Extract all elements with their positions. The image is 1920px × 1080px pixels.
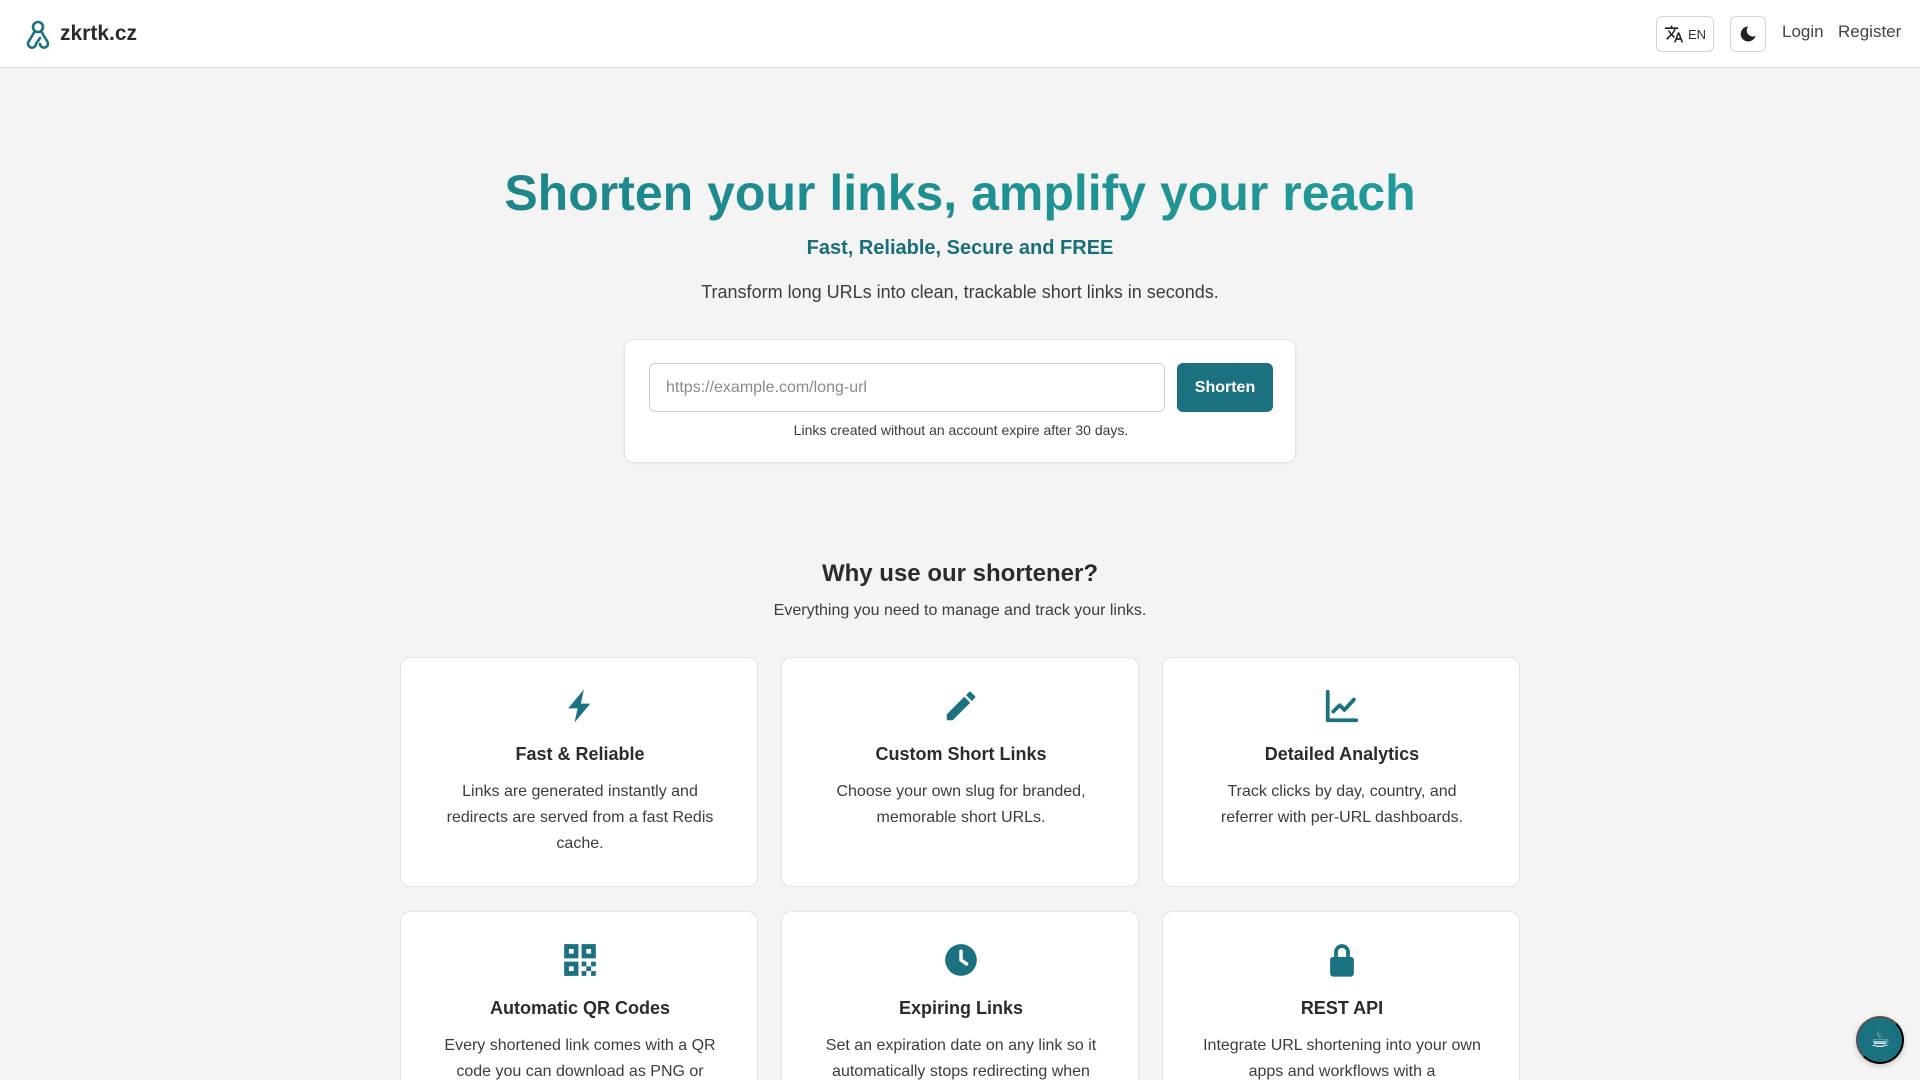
feature-title: Custom Short Links [875,744,1047,764]
hero-description: Transform long URLs into clean, trackabl… [701,282,1219,302]
language-label: EN [1687,26,1707,42]
top-navbar: zkrtk.cz EN Login Register [0,0,1920,68]
login-link[interactable]: Login [1782,22,1824,42]
feature-title: Fast & Reliable [515,744,645,764]
shorten-button[interactable]: Shorten [1177,363,1273,412]
expiry-note: Links created without an account expire … [793,422,1129,438]
feature-title: Expiring Links [898,998,1024,1018]
feature-description: Track clicks by day, country, and referr… [1220,783,1464,826]
lock-icon [1322,940,1362,980]
feature-description: Set an expiration date on any link so it… [825,1037,1097,1080]
qr-code-icon [560,940,600,980]
feature-description: Integrate URL shortening into your own a… [1203,1037,1481,1080]
logo-icon [26,20,50,49]
url-input[interactable] [649,363,1165,412]
feature-card-expiring-links: Expiring Links Set an expiration date on… [781,911,1139,1080]
feature-card-custom-links: Custom Short Links Choose your own slug … [781,657,1139,887]
why-section-title: Why use our shortener? [821,560,1099,587]
translate-icon [1664,25,1684,43]
pencil-icon [941,686,981,726]
feature-card-qr-codes: Automatic QR Codes Every shortened link … [400,911,758,1080]
feature-card-analytics: Detailed Analytics Track clicks by day, … [1162,657,1520,887]
register-link[interactable]: Register [1838,22,1901,42]
feature-description: Every shortened link comes with a QR cod… [444,1037,716,1080]
hero-title: Shorten your links, amplify your reach [0,162,1920,224]
feature-card-fast-reliable: Fast & Reliable Links are generated inst… [400,657,758,887]
chart-line-icon [1322,686,1362,726]
coffee-icon: ☕ [1870,1027,1890,1053]
bolt-icon [560,686,600,726]
feature-description: Links are generated instantly and redire… [446,783,714,852]
why-section-subtitle: Everything you need to manage and track … [773,602,1147,619]
hero-subtitle: Fast, Reliable, Secure and FREE [806,237,1114,259]
feature-title: REST API [1300,998,1384,1018]
brand-link[interactable]: zkrtk.cz [24,17,137,51]
theme-toggle-button[interactable] [1730,16,1766,52]
moon-icon [1740,26,1756,42]
feature-description: Choose your own slug for branded, memora… [836,783,1086,826]
brand-name: zkrtk.cz [60,22,138,45]
shorten-form-card: Shorten Links created without an account… [624,339,1296,463]
feature-card-rest-api: REST API Integrate URL shortening into y… [1162,911,1520,1080]
language-switcher-button[interactable]: EN [1656,16,1714,52]
clock-icon [941,940,981,980]
feature-title: Automatic QR Codes [489,998,671,1018]
feature-title: Detailed Analytics [1264,744,1420,764]
buy-me-a-coffee-button[interactable]: ☕ [1856,1016,1904,1064]
